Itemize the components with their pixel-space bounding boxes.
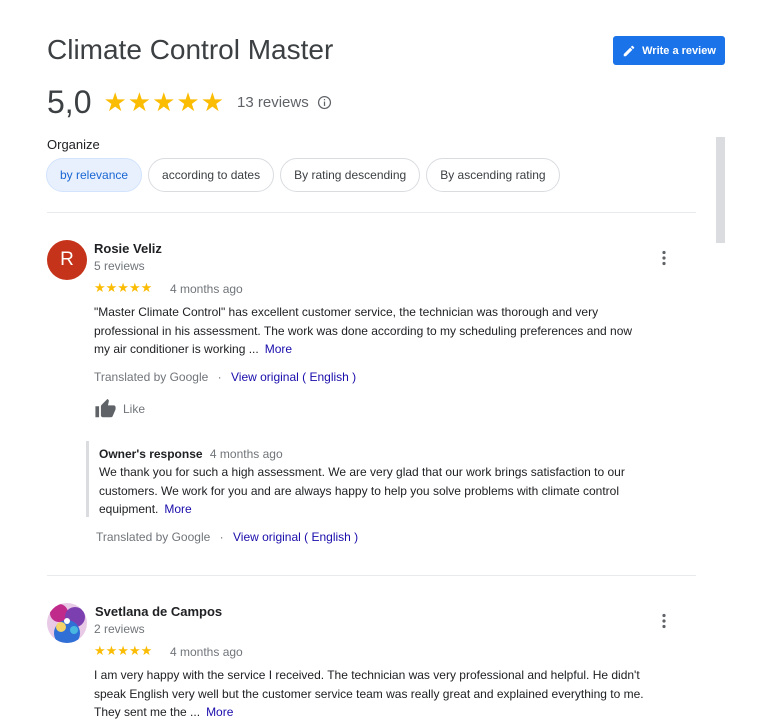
page-title: Climate Control Master — [47, 34, 334, 65]
sort-chip-rating-desc[interactable]: By rating descending — [280, 158, 421, 192]
reviewer-name[interactable]: Svetlana de Campos — [95, 604, 222, 619]
owner-text-line: We thank you for such a high assessment.… — [99, 465, 625, 479]
review-time: 4 months ago — [170, 282, 243, 296]
view-original-link[interactable]: View original ( English ) — [231, 370, 356, 384]
sort-label: Organize — [47, 137, 100, 152]
review-count[interactable]: 13 reviews — [237, 94, 309, 111]
more-link[interactable]: More — [164, 502, 191, 516]
review-text: I am very happy with the service I recei… — [94, 666, 644, 722]
owner-response-text: We thank you for such a high assessment.… — [99, 463, 625, 519]
owner-response-header: Owner's response 4 months ago — [99, 447, 283, 461]
owner-text-line: customers. We work for you and are alway… — [99, 483, 620, 498]
write-review-label: Write a review — [642, 44, 716, 57]
more-link[interactable]: More — [206, 705, 233, 719]
view-original-link[interactable]: View original ( English ) — [233, 530, 358, 544]
divider — [47, 575, 696, 576]
divider — [47, 212, 696, 213]
more-options-icon[interactable] — [660, 250, 668, 266]
rating-value: 5,0 — [47, 84, 92, 120]
review-time: 4 months ago — [170, 645, 243, 659]
write-review-button[interactable]: Write a review — [613, 36, 725, 65]
like-label: Like — [123, 402, 146, 416]
scrollbar-thumb[interactable] — [716, 137, 725, 243]
avatar[interactable] — [47, 603, 87, 643]
sort-chip-dates[interactable]: according to dates — [148, 158, 275, 192]
rating-stars: ★★★★★ — [103, 87, 226, 117]
more-options-icon[interactable] — [660, 613, 668, 629]
review-text-line: "Master Climate Control" has excellent c… — [94, 305, 599, 319]
translated-by: Translated by Google — [96, 530, 211, 544]
reviewer-name[interactable]: Rosie Veliz — [94, 241, 162, 256]
translated-by: Translated by Google — [94, 370, 209, 384]
review-stars: ★★★★★ — [94, 643, 153, 658]
sort-chip-rating-asc[interactable]: By ascending rating — [426, 158, 560, 192]
sort-chip-relevance[interactable]: by relevance — [46, 158, 143, 192]
review-text: "Master Climate Control" has excellent c… — [94, 303, 632, 359]
owner-response-bar — [86, 441, 89, 517]
avatar[interactable]: R — [47, 240, 87, 280]
sort-chips: by relevance according to dates By ratin… — [46, 158, 560, 192]
like-button[interactable]: Like — [94, 398, 145, 420]
more-link[interactable]: More — [265, 342, 292, 356]
pencil-icon — [623, 45, 635, 56]
review-text-line: my air conditioner is working ... — [94, 342, 259, 356]
owner-response-time: 4 months ago — [209, 447, 283, 461]
review-stars: ★★★★★ — [94, 280, 153, 295]
review-text-line: speak English very well but the customer… — [94, 686, 644, 701]
owner-response-label: Owner's response — [99, 447, 203, 461]
review-text-line: professional in his assessment. The work… — [94, 323, 633, 338]
owner-text-line: equipment. — [99, 502, 159, 516]
owner-translated-note: Translated by Google · View original ( E… — [96, 530, 359, 544]
reviewer-review-count: 2 reviews — [94, 622, 145, 636]
thumbs-up-icon — [95, 398, 116, 418]
reviewer-review-count: 5 reviews — [94, 259, 145, 273]
review-text-line: I am very happy with the service I recei… — [94, 668, 640, 682]
info-icon[interactable] — [317, 95, 332, 110]
translated-note: Translated by Google · View original ( E… — [94, 370, 357, 384]
rating-summary: 5,0 ★★★★★ 13 reviews — [47, 84, 332, 121]
review-text-line: They sent me the ... — [94, 705, 201, 719]
